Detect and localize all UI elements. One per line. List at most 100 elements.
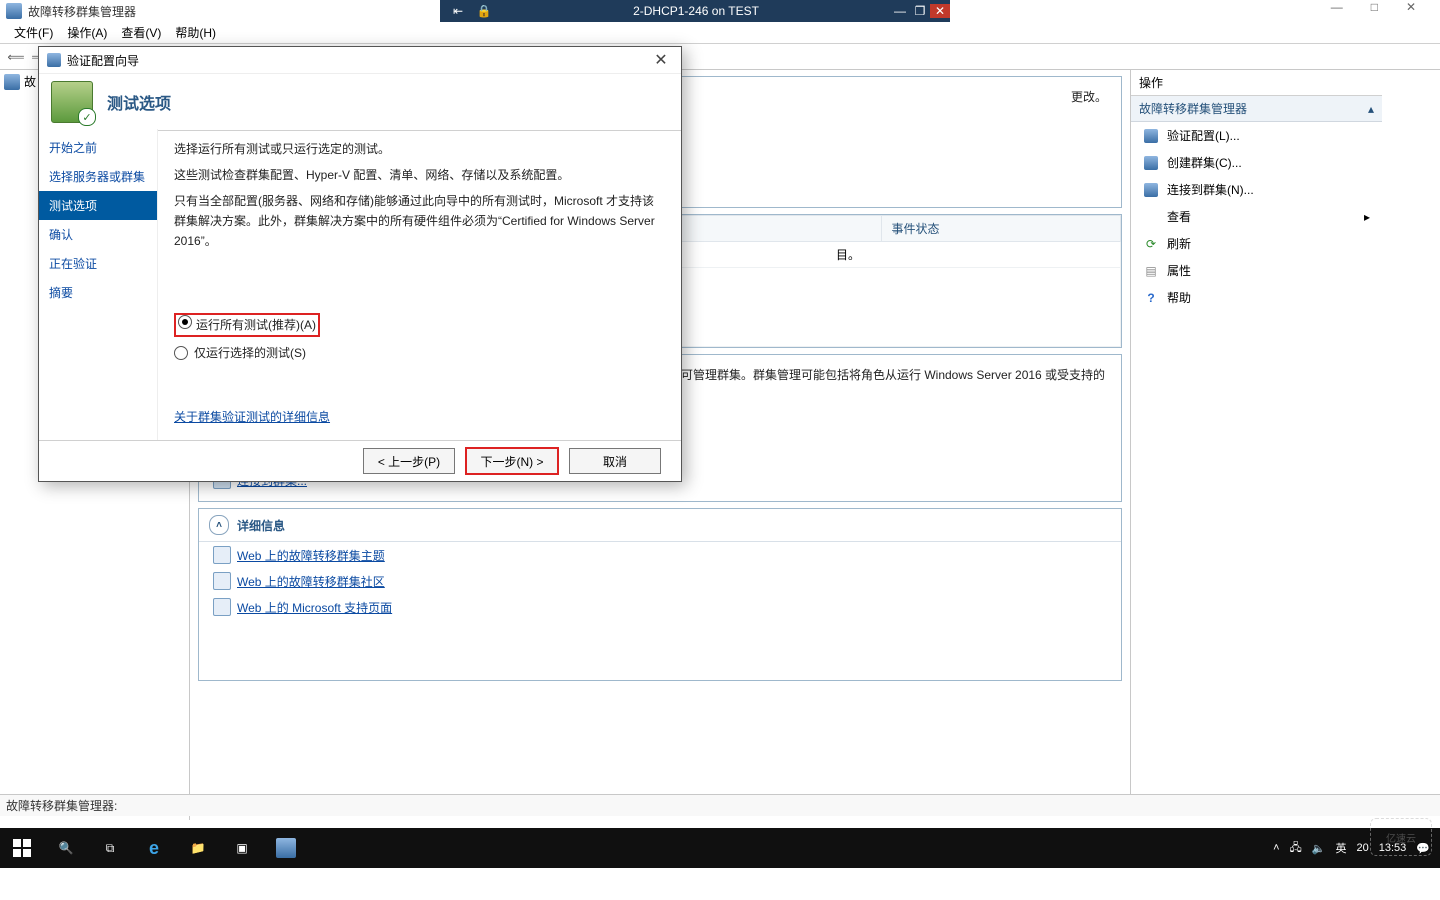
radio-run-all-label[interactable]: 运行所有测试(推荐)(A) bbox=[196, 315, 316, 335]
taskbar-explorer-icon[interactable]: 📁 bbox=[176, 828, 220, 868]
col-event-status[interactable]: 事件状态 bbox=[881, 216, 1120, 242]
tray-ime-extra: 20 bbox=[1357, 842, 1369, 854]
link-web-ms-support[interactable]: Web 上的 Microsoft 支持页面 bbox=[199, 594, 1121, 620]
outer-minimize-button[interactable]: — bbox=[1331, 0, 1343, 22]
web-icon bbox=[213, 546, 231, 564]
nav-test-options[interactable]: 测试选项 bbox=[39, 191, 157, 220]
wizard-p3: 只有当全部配置(服务器、网络和存储)能够通过此向导中的所有测试时，Microso… bbox=[174, 191, 665, 251]
mmc-title-bar: 故障转移群集管理器 bbox=[0, 0, 440, 22]
start-button[interactable] bbox=[0, 828, 44, 868]
refresh-icon: ⟳ bbox=[1143, 236, 1159, 252]
status-bar: 故障转移群集管理器: bbox=[0, 794, 1440, 816]
vm-title: 2-DHCP1-246 on TEST bbox=[502, 4, 890, 18]
tree-root-label: 故 bbox=[24, 73, 36, 90]
nav-select-servers[interactable]: 选择服务器或群集 bbox=[39, 162, 157, 191]
pin-icon[interactable]: ⇤ bbox=[448, 4, 468, 18]
link-web-community-label[interactable]: Web 上的故障转移群集社区 bbox=[237, 573, 385, 590]
tray-chevron-up-icon[interactable]: ˄ bbox=[1273, 842, 1279, 854]
action-refresh[interactable]: ⟳ 刷新 bbox=[1131, 230, 1382, 257]
outer-maximize-button[interactable]: □ bbox=[1371, 0, 1378, 22]
validate-wizard-dialog: 验证配置向导 ✕ 测试选项 开始之前 选择服务器或群集 测试选项 确认 正在验证… bbox=[38, 46, 682, 482]
action-properties-label: 属性 bbox=[1167, 262, 1191, 279]
link-web-topics[interactable]: Web 上的故障转移群集主题 bbox=[199, 542, 1121, 568]
tray-network-icon[interactable]: 🖧 bbox=[1290, 839, 1302, 858]
wizard-content: 选择运行所有测试或只运行选定的测试。 这些测试检查群集配置、Hyper-V 配置… bbox=[158, 129, 681, 441]
toolbar-back-icon[interactable]: ⟸ bbox=[6, 47, 26, 67]
nav-before-begin[interactable]: 开始之前 bbox=[39, 133, 157, 162]
tray-volume-icon[interactable]: 🔈 bbox=[1312, 842, 1326, 855]
lock-icon[interactable]: 🔒 bbox=[474, 4, 494, 18]
taskbar-search-icon[interactable]: 🔍 bbox=[44, 828, 88, 868]
next-button[interactable]: 下一步(N) > bbox=[465, 447, 559, 475]
mmc-title-text: 故障转移群集管理器 bbox=[28, 3, 136, 20]
vm-minimize-button[interactable]: — bbox=[890, 4, 910, 18]
dialog-close-button[interactable]: ✕ bbox=[649, 50, 673, 70]
radio-run-selected-tests[interactable] bbox=[174, 346, 188, 360]
link-about-validation-tests[interactable]: 关于群集验证测试的详细信息 bbox=[174, 410, 330, 424]
taskbar-ie-icon[interactable]: e bbox=[132, 828, 176, 868]
prev-button[interactable]: < 上一步(P) bbox=[363, 448, 455, 474]
menu-action[interactable]: 操作(A) bbox=[67, 24, 107, 41]
menu-bar: 文件(F) 操作(A) 查看(V) 帮助(H) bbox=[0, 22, 1440, 44]
cancel-button[interactable]: 取消 bbox=[569, 448, 661, 474]
chevron-right-icon: ▸ bbox=[1364, 210, 1370, 224]
action-create-label: 创建群集(C)... bbox=[1167, 154, 1242, 171]
web-icon bbox=[213, 598, 231, 616]
tray-ime-status[interactable]: 英 bbox=[1336, 840, 1347, 856]
menu-help[interactable]: 帮助(H) bbox=[175, 24, 216, 41]
action-view[interactable]: 查看 ▸ bbox=[1131, 203, 1382, 230]
collapse-icon[interactable]: ˄ bbox=[209, 515, 229, 535]
action-properties[interactable]: ▤ 属性 bbox=[1131, 257, 1382, 284]
action-help-label: 帮助 bbox=[1167, 289, 1191, 306]
cluster-icon bbox=[4, 74, 20, 90]
vm-close-button[interactable]: ✕ bbox=[930, 4, 950, 18]
view-icon bbox=[1143, 209, 1159, 225]
vm-maximize-button[interactable]: ❐ bbox=[910, 4, 930, 18]
radio-run-selected-label[interactable]: 仅运行选择的测试(S) bbox=[194, 343, 306, 363]
action-refresh-label: 刷新 bbox=[1167, 235, 1191, 252]
link-web-ms-label[interactable]: Web 上的 Microsoft 支持页面 bbox=[237, 599, 392, 616]
action-create-cluster[interactable]: 创建群集(C)... bbox=[1131, 149, 1382, 176]
action-connect-cluster[interactable]: 连接到群集(N)... bbox=[1131, 176, 1382, 203]
connect-icon bbox=[1143, 182, 1159, 198]
actions-pane: 操作 故障转移群集管理器 ▴ 验证配置(L)... 创建群集(C)... 连接到… bbox=[1130, 70, 1382, 794]
wizard-banner-icon bbox=[51, 81, 93, 123]
wizard-nav: 开始之前 选择服务器或群集 测试选项 确认 正在验证 摘要 bbox=[39, 129, 158, 441]
dialog-header: 测试选项 bbox=[39, 74, 681, 131]
cluster-icon bbox=[6, 3, 22, 19]
web-icon bbox=[213, 572, 231, 590]
nav-summary[interactable]: 摘要 bbox=[39, 278, 157, 307]
action-help[interactable]: ? 帮助 bbox=[1131, 284, 1382, 311]
dialog-window-title: 验证配置向导 bbox=[67, 52, 139, 69]
actions-title: 操作 bbox=[1131, 70, 1382, 96]
outer-window-buttons: — □ ✕ bbox=[1260, 0, 1440, 22]
actions-section-label: 故障转移群集管理器 bbox=[1139, 100, 1247, 117]
nav-validating[interactable]: 正在验证 bbox=[39, 249, 157, 278]
nav-confirm[interactable]: 确认 bbox=[39, 220, 157, 249]
outer-close-button[interactable]: ✕ bbox=[1406, 0, 1416, 22]
dialog-title-bar[interactable]: 验证配置向导 ✕ bbox=[39, 47, 681, 74]
wizard-p2: 这些测试检查群集配置、Hyper-V 配置、清单、网络、存储以及系统配置。 bbox=[174, 165, 665, 185]
wizard-icon bbox=[47, 53, 61, 67]
action-validate-config[interactable]: 验证配置(L)... bbox=[1131, 122, 1382, 149]
menu-file[interactable]: 文件(F) bbox=[14, 24, 53, 41]
taskbar: 🔍 ⧉ e 📁 ▣ ˄ 🖧 🔈 英 20 13:53 💬 bbox=[0, 828, 1440, 868]
radio-run-all-tests[interactable] bbox=[178, 315, 192, 329]
status-text: 故障转移群集管理器: bbox=[6, 797, 117, 814]
wizard-footer: < 上一步(P) 下一步(N) > 取消 bbox=[39, 440, 681, 481]
vm-connection-bar: ⇤ 🔒 2-DHCP1-246 on TEST — ❐ ✕ bbox=[440, 0, 950, 22]
chevron-up-icon: ▴ bbox=[1368, 102, 1374, 116]
action-connect-label: 连接到群集(N)... bbox=[1167, 181, 1254, 198]
create-icon bbox=[1143, 155, 1159, 171]
menu-view[interactable]: 查看(V) bbox=[121, 24, 161, 41]
taskbar-taskview-icon[interactable]: ⧉ bbox=[88, 828, 132, 868]
more-info-panel: ˄ 详细信息 Web 上的故障转移群集主题 Web 上的故障转移群集社区 Web… bbox=[198, 508, 1122, 681]
watermark-text: 亿速云 bbox=[1386, 830, 1416, 845]
link-web-topics-label[interactable]: Web 上的故障转移群集主题 bbox=[237, 547, 385, 564]
actions-section-header[interactable]: 故障转移群集管理器 ▴ bbox=[1131, 96, 1382, 122]
help-icon: ? bbox=[1143, 290, 1159, 306]
wizard-p1: 选择运行所有测试或只运行选定的测试。 bbox=[174, 139, 665, 159]
taskbar-cluster-manager-icon[interactable] bbox=[264, 828, 308, 868]
link-web-community[interactable]: Web 上的故障转移群集社区 bbox=[199, 568, 1121, 594]
taskbar-server-manager-icon[interactable]: ▣ bbox=[220, 828, 264, 868]
